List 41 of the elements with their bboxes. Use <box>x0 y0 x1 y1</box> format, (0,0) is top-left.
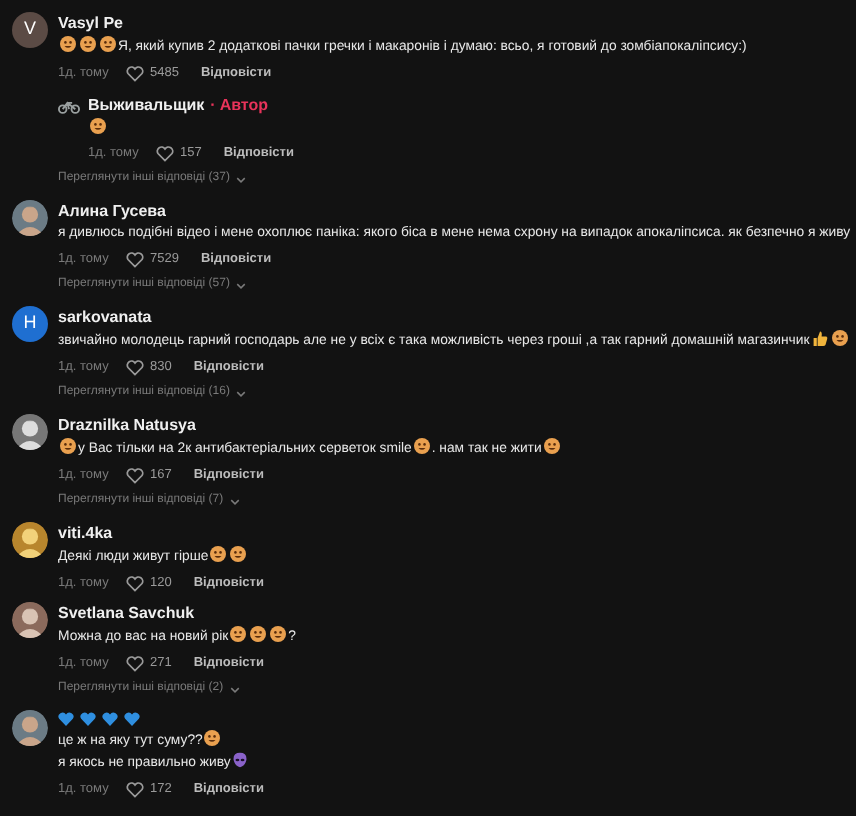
heart-icon <box>156 145 174 161</box>
chevron-down-icon <box>235 389 246 397</box>
bicycle-icon[interactable] <box>58 98 80 114</box>
author-label: Автор <box>219 94 268 118</box>
comment-author[interactable]: sarkovanata <box>58 306 844 330</box>
heart-icon <box>126 467 144 483</box>
emoji-face-icon <box>60 438 76 454</box>
emoji-face-icon <box>831 330 848 346</box>
emoji-face-icon <box>413 438 430 454</box>
emoji-face-icon <box>90 118 106 134</box>
heart-icon <box>126 251 144 267</box>
alien-emoji-icon <box>232 752 249 768</box>
emoji-face-icon <box>230 626 247 642</box>
emoji-face-icon <box>80 36 96 52</box>
comment-author[interactable]: viti.4ka <box>58 522 264 546</box>
heart-icon <box>126 781 144 797</box>
emoji-face-icon <box>100 36 116 52</box>
comment-author[interactable]: Алина Гусева <box>58 200 844 224</box>
chevron-down-icon <box>235 281 246 289</box>
comment-author[interactable]: Draznilka Natusya <box>58 414 562 438</box>
comment-author[interactable]: Svetlana Savchuk <box>58 602 296 626</box>
chevron-down-icon <box>229 685 240 693</box>
emoji-face-icon <box>204 730 221 746</box>
chevron-down-icon <box>229 497 240 505</box>
heart-icon <box>126 575 144 591</box>
emoji-face-icon <box>230 546 247 562</box>
avatar[interactable]: H <box>12 306 48 342</box>
comment-author[interactable]: Vasyl Pe <box>58 12 747 36</box>
heart-icon <box>126 65 144 81</box>
thumbs-up-icon <box>811 330 828 346</box>
separator-dot: · <box>210 94 216 118</box>
heart-icon <box>126 655 144 671</box>
emoji-face-icon <box>250 626 267 642</box>
emoji-face-icon <box>60 36 76 52</box>
heart-icon <box>126 359 144 375</box>
emoji-face-icon <box>210 546 227 562</box>
chevron-down-icon <box>235 175 246 183</box>
emoji-face-icon <box>543 438 560 454</box>
emoji-face-icon <box>270 626 287 642</box>
avatar[interactable]: V <box>12 12 48 48</box>
comment-author[interactable]: Выживальщик <box>88 94 205 118</box>
